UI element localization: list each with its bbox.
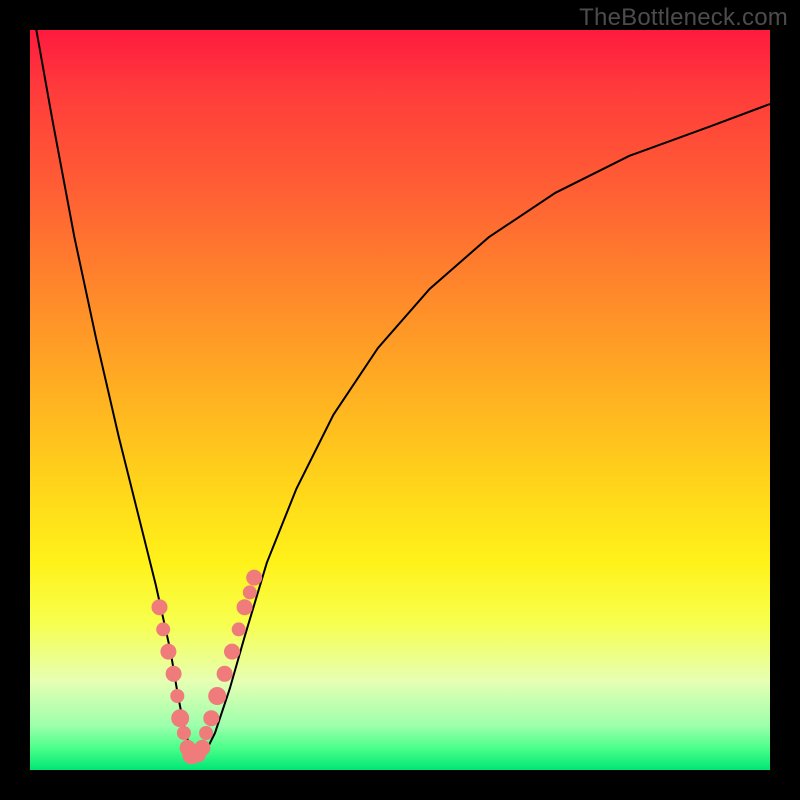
data-point <box>156 622 170 636</box>
data-point <box>217 666 233 682</box>
data-point <box>232 622 246 636</box>
plot-area <box>30 30 770 770</box>
data-point <box>199 726 213 740</box>
bottleneck-curve <box>34 15 770 755</box>
data-point <box>246 570 262 586</box>
data-point <box>152 599 168 615</box>
chart-frame: TheBottleneck.com <box>0 0 800 800</box>
data-point <box>224 644 240 660</box>
data-point <box>160 644 176 660</box>
chart-svg <box>30 30 770 770</box>
highlighted-points-group <box>152 570 263 765</box>
data-point <box>194 740 210 756</box>
data-point <box>171 709 189 727</box>
data-point <box>177 726 191 740</box>
watermark-text: TheBottleneck.com <box>579 4 788 32</box>
data-point <box>203 710 219 726</box>
data-point <box>237 599 253 615</box>
data-point <box>208 687 226 705</box>
data-point <box>170 689 184 703</box>
data-point <box>243 585 257 599</box>
data-point <box>166 666 182 682</box>
